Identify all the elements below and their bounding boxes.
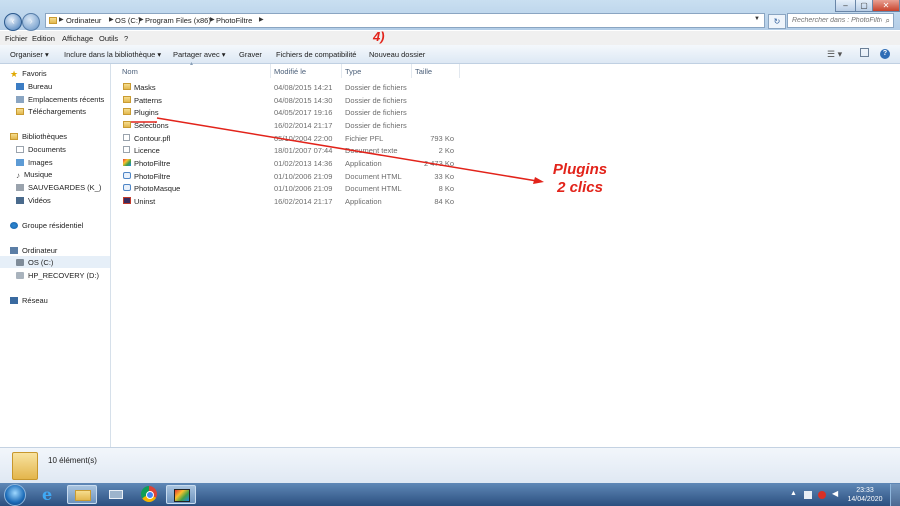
- annotation-arrow: [131, 117, 544, 184]
- annotation-line-2: 2 clics: [557, 179, 603, 196]
- devices-taskbar-icon[interactable]: [101, 485, 131, 504]
- show-desktop-button[interactable]: [890, 484, 900, 506]
- volume-icon[interactable]: ◀: [832, 489, 840, 498]
- chrome-icon[interactable]: [134, 485, 164, 504]
- annotation-line-1: Plugins: [552, 161, 608, 178]
- explorer-taskbar-button[interactable]: [67, 485, 97, 504]
- folder-icon: [12, 452, 38, 480]
- tray-icon[interactable]: [804, 491, 812, 499]
- system-clock[interactable]: 23:33 14/04/2020: [845, 486, 885, 504]
- item-count: 10 élément(s): [48, 456, 97, 465]
- show-hidden-icons-icon[interactable]: ▲: [790, 490, 798, 498]
- start-button[interactable]: [4, 484, 26, 506]
- clock-date: 14/04/2020: [847, 496, 883, 503]
- annotation-line: [156, 117, 538, 182]
- clock-time: 23:33: [856, 487, 874, 494]
- antivirus-tray-icon[interactable]: [818, 491, 826, 499]
- plugins-annotation: Plugins 2 clics: [540, 161, 620, 197]
- photofiltre-taskbar-button[interactable]: [166, 485, 196, 504]
- internet-explorer-icon[interactable]: e: [34, 485, 64, 504]
- details-pane: [0, 447, 900, 484]
